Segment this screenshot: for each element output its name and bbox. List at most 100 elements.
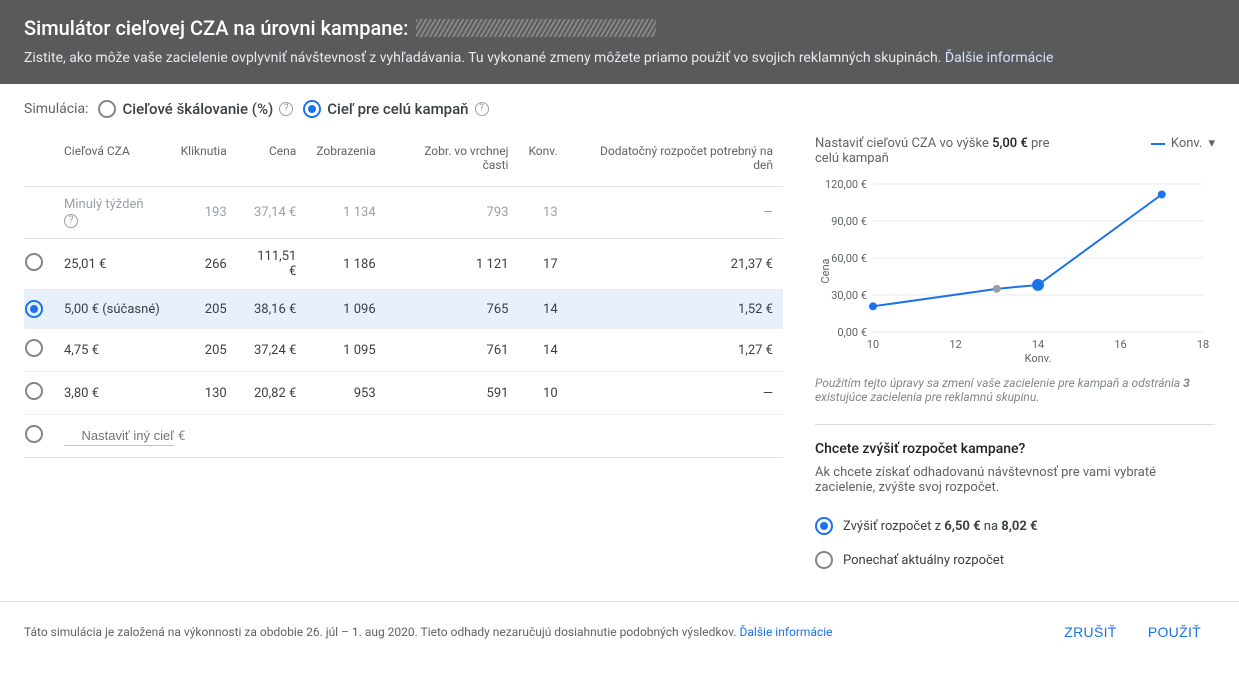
- radio-icon: [815, 517, 833, 535]
- cell-cost: 37,24 €: [237, 329, 307, 372]
- chart-svg: 0,00 €30,00 €60,00 €90,00 €120,00 €10121…: [815, 176, 1215, 366]
- cell-top-impr: 793: [386, 187, 519, 239]
- cell-target: 4,75 €: [54, 329, 171, 372]
- sim-option-whole-label: Cieľ pre celú kampaň: [327, 100, 468, 118]
- cell-extra: 21,37 €: [568, 239, 783, 290]
- chart-title-value: 5,00 €: [992, 136, 1028, 151]
- cell-target: Minulý týždeň ?: [54, 187, 171, 239]
- cell-conv: 14: [518, 329, 567, 372]
- dialog-title: Simulátor cieľovej CZA na úrovni kampane…: [24, 16, 1215, 40]
- table-row[interactable]: 5,00 € (súčasné)20538,16 €1 096765141,52…: [24, 290, 783, 329]
- chart-title-row: Nastaviť cieľovú CZA vo výške 5,00 € pre…: [815, 136, 1215, 166]
- simulation-label: Simulácia:: [24, 101, 88, 117]
- cell-conv: 13: [518, 187, 567, 239]
- row-radio[interactable]: [25, 339, 43, 357]
- cell-top-impr: 761: [386, 329, 519, 372]
- radio-icon: [815, 551, 833, 569]
- chart-panel: Nastaviť cieľovú CZA vo výške 5,00 € pre…: [815, 136, 1215, 577]
- col-top-impr: Zobr. vo vrchnej časti: [386, 136, 519, 187]
- chart-title-pre: Nastaviť cieľovú CZA vo výške: [815, 136, 992, 151]
- cell-extra: —: [568, 187, 783, 239]
- chart-legend-dropdown[interactable]: Konv. ▾: [1151, 136, 1215, 151]
- dialog-title-prefix: Simulátor cieľovej CZA na úrovni kampane…: [24, 16, 408, 40]
- svg-text:18: 18: [1197, 338, 1209, 351]
- row-radio[interactable]: [25, 425, 43, 443]
- col-impr: Zobrazenia: [306, 136, 385, 187]
- legend-line-icon: [1151, 143, 1165, 145]
- row-radio[interactable]: [25, 253, 43, 271]
- cell-impr: 953: [306, 372, 385, 415]
- cell-conv: 14: [518, 290, 567, 329]
- simulator-table-panel: Cieľová CZA Kliknutia Cena Zobrazenia Zo…: [24, 136, 783, 577]
- budget-option-increase[interactable]: Zvýšiť rozpočet z 6,50 € na 8,02 €: [815, 509, 1215, 543]
- svg-text:0,00 €: 0,00 €: [837, 326, 867, 339]
- cell-target: 25,01 €: [54, 239, 171, 290]
- cell-impr: 1 096: [306, 290, 385, 329]
- budget-option-keep[interactable]: Ponechať aktuálny rozpočet: [815, 543, 1215, 577]
- footer-more-info-link[interactable]: Ďalšie informácie: [740, 625, 833, 639]
- cell-impr: 1 134: [306, 187, 385, 239]
- dialog-footer: Táto simulácia je založená na výkonnosti…: [0, 601, 1239, 662]
- cell-cost: 37,14 €: [237, 187, 307, 239]
- budget-box: Chcete zvýšiť rozpočet kampane? Ak chcet…: [815, 424, 1215, 577]
- cell-cost: 111,51 €: [237, 239, 307, 290]
- svg-text:14: 14: [1032, 338, 1044, 351]
- sim-option-scaling[interactable]: Cieľové škálovanie (%) ?: [98, 100, 293, 118]
- cell-top-impr: 765: [386, 290, 519, 329]
- footer-disclaimer: Táto simulácia je založená na výkonnosti…: [24, 625, 833, 639]
- cell-clicks: 266: [171, 239, 237, 290]
- simulator-table: Cieľová CZA Kliknutia Cena Zobrazenia Zo…: [24, 136, 783, 458]
- chart-note: Použitím tejto úpravy sa zmení vaše zaci…: [815, 376, 1215, 404]
- help-icon[interactable]: ?: [279, 102, 293, 116]
- row-radio[interactable]: [25, 382, 43, 400]
- apply-button[interactable]: POUŽIŤ: [1134, 618, 1215, 646]
- budget-heading: Chcete zvýšiť rozpočet kampane?: [815, 441, 1215, 457]
- col-extra-budget: Dodatočný rozpočet potrebný na deň: [568, 136, 783, 187]
- radio-icon: [98, 100, 116, 118]
- budget-desc: Ak chcete získať odhadovanú návštevnosť …: [815, 465, 1215, 495]
- cell-top-impr: 591: [386, 372, 519, 415]
- svg-text:Cena: Cena: [819, 258, 832, 283]
- dialog-subtitle-row: Zistite, ako môže vaše zacielenie ovplyv…: [24, 50, 1215, 66]
- campaign-name-redacted: [416, 19, 656, 37]
- cell-clicks: 205: [171, 290, 237, 329]
- cell-extra: 1,52 €: [568, 290, 783, 329]
- sim-option-scaling-label: Cieľové škálovanie (%): [122, 100, 273, 118]
- cancel-button[interactable]: ZRUŠIŤ: [1050, 618, 1130, 646]
- svg-text:12: 12: [949, 338, 961, 351]
- table-row-custom[interactable]: €: [24, 415, 783, 458]
- header-more-info-link[interactable]: Ďalšie informácie: [945, 50, 1054, 66]
- simulation-type-row: Simulácia: Cieľové škálovanie (%) ? Cieľ…: [0, 84, 1239, 128]
- table-row[interactable]: 4,75 €20537,24 €1 095761141,27 €: [24, 329, 783, 372]
- table-row[interactable]: 3,80 €13020,82 €95359110—: [24, 372, 783, 415]
- cell-target: 5,00 € (súčasné): [54, 290, 171, 329]
- cell-clicks: 130: [171, 372, 237, 415]
- svg-text:120,00 €: 120,00 €: [825, 178, 867, 191]
- cell-target: 3,80 €: [54, 372, 171, 415]
- col-cost: Cena: [237, 136, 307, 187]
- sim-option-whole-campaign[interactable]: Cieľ pre celú kampaň ?: [303, 100, 488, 118]
- col-conv: Konv.: [518, 136, 567, 187]
- help-icon[interactable]: ?: [64, 214, 78, 228]
- svg-text:16: 16: [1114, 338, 1126, 351]
- table-header-row: Cieľová CZA Kliknutia Cena Zobrazenia Zo…: [24, 136, 783, 187]
- radio-icon: [303, 100, 321, 118]
- svg-text:90,00 €: 90,00 €: [831, 215, 867, 228]
- currency-suffix: €: [178, 429, 185, 444]
- cell-impr: 1 186: [306, 239, 385, 290]
- cell-clicks: 205: [171, 329, 237, 372]
- help-icon[interactable]: ?: [475, 102, 489, 116]
- table-row[interactable]: 25,01 €266111,51 €1 1861 1211721,37 €: [24, 239, 783, 290]
- svg-text:10: 10: [867, 338, 879, 351]
- cell-cost: 38,16 €: [237, 290, 307, 329]
- chevron-down-icon: ▾: [1208, 136, 1215, 151]
- cell-extra: 1,27 €: [568, 329, 783, 372]
- table-row-prev-week: Minulý týždeň ?19337,14 €1 13479313—: [24, 187, 783, 239]
- row-radio[interactable]: [25, 300, 43, 318]
- cell-conv: 10: [518, 372, 567, 415]
- cell-clicks: 193: [171, 187, 237, 239]
- custom-target-input[interactable]: [64, 426, 174, 446]
- cell-conv: 17: [518, 239, 567, 290]
- cell-impr: 1 095: [306, 329, 385, 372]
- cell-cost: 20,82 €: [237, 372, 307, 415]
